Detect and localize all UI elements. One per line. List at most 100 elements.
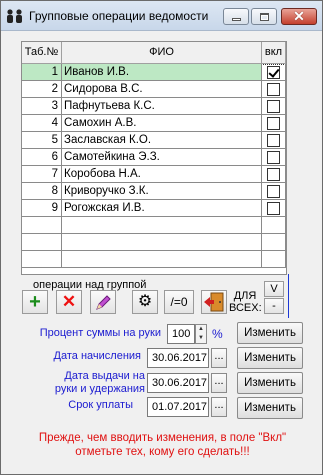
add-button[interactable]: + [22, 290, 48, 314]
empty-table-row[interactable] [22, 217, 286, 234]
divider-line [288, 274, 289, 318]
employee-name-cell[interactable]: Самотейкина Э.З. [62, 149, 262, 166]
employee-name-cell[interactable]: Пафнутьева К.С. [62, 98, 262, 115]
accrual-date-input[interactable]: 30.06.2017 [147, 348, 209, 368]
tab-number-cell[interactable]: 3 [22, 98, 62, 115]
table-row[interactable]: 9 Рогожская И.В. [22, 200, 286, 217]
empty-table-row[interactable] [22, 234, 286, 251]
grid-header: Таб.№ ФИО вкл [22, 42, 286, 64]
due-date-input[interactable]: 01.07.2017 [147, 397, 209, 417]
employee-name-cell[interactable]: Рогожская И.В. [62, 200, 262, 217]
change-accrual-date-button[interactable]: Изменить [237, 347, 303, 369]
employee-name-cell[interactable]: Сидорова В.С. [62, 81, 262, 98]
column-header-name[interactable]: ФИО [62, 42, 262, 64]
tab-number-cell[interactable]: 5 [22, 132, 62, 149]
change-due-date-button[interactable]: Изменить [237, 397, 303, 419]
percent-spinner[interactable]: ▲ ▼ [195, 324, 207, 344]
uncheck-all-button[interactable]: - [264, 298, 284, 314]
spin-up-icon[interactable]: ▲ [196, 325, 206, 334]
delete-button[interactable]: ✕ [56, 290, 82, 314]
tab-number-cell[interactable]: 7 [22, 166, 62, 183]
include-cell[interactable] [262, 98, 286, 115]
include-checkbox[interactable] [267, 202, 280, 215]
include-cell[interactable] [262, 115, 286, 132]
employee-grid[interactable]: Таб.№ ФИО вкл 1 Иванов И.В. 2 Сидорова В.С.… [21, 41, 287, 275]
for-all-label-line2: ВСЕХ: [229, 302, 262, 314]
include-checkbox[interactable] [267, 168, 280, 181]
payout-date-picker-button[interactable]: ... [211, 373, 227, 393]
people-icon [7, 9, 22, 23]
column-header-tab-number[interactable]: Таб.№ [22, 42, 62, 64]
column-header-include[interactable]: вкл [262, 42, 286, 64]
tab-number-cell[interactable]: 1 [22, 64, 62, 81]
change-payout-date-button[interactable]: Изменить [237, 372, 303, 394]
change-percent-button[interactable]: Изменить [237, 322, 303, 344]
include-cell[interactable] [262, 132, 286, 149]
include-cell[interactable] [262, 217, 286, 234]
payout-date-input[interactable]: 30.06.2017 [147, 373, 209, 393]
table-row[interactable]: 2 Сидорова В.С. [22, 81, 286, 98]
window-title: Групповые операции ведомости [29, 9, 209, 23]
percent-input[interactable]: 100 [167, 324, 195, 344]
table-row[interactable]: 7 Коробова Н.А. [22, 166, 286, 183]
tab-number-cell[interactable] [22, 234, 62, 251]
include-checkbox[interactable] [267, 66, 280, 79]
table-row[interactable]: 3 Пафнутьева К.С. [22, 98, 286, 115]
tab-number-cell[interactable]: 6 [22, 149, 62, 166]
plus-icon: + [29, 291, 41, 313]
table-row[interactable]: 6 Самотейкина Э.З. [22, 149, 286, 166]
tab-number-cell[interactable] [22, 217, 62, 234]
employee-name-cell[interactable]: Коробова Н.А. [62, 166, 262, 183]
table-row[interactable]: 5 Заславская К.О. [22, 132, 286, 149]
include-cell[interactable] [262, 251, 286, 268]
accrual-date-label: Дата начисления [53, 350, 141, 362]
employee-name-cell[interactable] [62, 234, 262, 251]
close-button[interactable]: ✕ [281, 8, 317, 25]
employee-name-cell[interactable]: Самохин А.В. [62, 115, 262, 132]
include-checkbox[interactable] [267, 117, 280, 130]
include-cell[interactable] [262, 166, 286, 183]
include-cell[interactable] [262, 149, 286, 166]
table-row[interactable]: 1 Иванов И.В. [22, 64, 286, 81]
edit-button[interactable] [90, 290, 116, 314]
maximize-button[interactable] [251, 8, 277, 25]
employee-name-cell[interactable]: Иванов И.В. [62, 64, 262, 81]
include-checkbox[interactable] [267, 185, 280, 198]
spin-down-icon[interactable]: ▼ [196, 334, 206, 343]
empty-table-row[interactable] [22, 251, 286, 268]
grid-scrollbar[interactable]: ▲ ▼ [286, 64, 287, 274]
table-row[interactable]: 4 Самохин А.В. [22, 115, 286, 132]
settings-button[interactable]: ⚙ [132, 290, 158, 314]
tab-number-cell[interactable]: 8 [22, 183, 62, 200]
employee-name-cell[interactable] [62, 251, 262, 268]
include-cell[interactable] [262, 183, 286, 200]
for-all-label: ДЛЯ ВСЕХ: [229, 290, 262, 314]
include-cell[interactable] [262, 81, 286, 98]
include-cell[interactable] [262, 64, 286, 81]
employee-name-cell[interactable]: Криворучко З.К. [62, 183, 262, 200]
tab-number-cell[interactable]: 2 [22, 81, 62, 98]
maximize-icon [260, 13, 269, 21]
tab-number-cell[interactable] [22, 251, 62, 268]
table-row[interactable]: 8 Криворучко З.К. [22, 183, 286, 200]
include-cell[interactable] [262, 200, 286, 217]
exit-button[interactable] [201, 290, 227, 314]
due-date-picker-button[interactable]: ... [211, 397, 227, 417]
minimize-button[interactable] [223, 8, 249, 25]
employee-name-cell[interactable]: Заславская К.О. [62, 132, 262, 149]
include-checkbox[interactable] [267, 100, 280, 113]
include-checkbox[interactable] [267, 151, 280, 164]
accrual-date-picker-button[interactable]: ... [211, 348, 227, 368]
title-bar: Групповые операции ведомости ✕ [1, 1, 322, 31]
check-all-button[interactable]: V [264, 281, 284, 297]
warning-message: Прежде, чем вводить изменения, в поле "В… [38, 432, 287, 458]
due-date-label: Срок уплаты [68, 399, 133, 411]
minimize-icon [232, 18, 241, 21]
employee-name-cell[interactable] [62, 217, 262, 234]
tab-number-cell[interactable]: 4 [22, 115, 62, 132]
set-zero-button[interactable]: /=0 [164, 290, 194, 314]
tab-number-cell[interactable]: 9 [22, 200, 62, 217]
include-checkbox[interactable] [267, 83, 280, 96]
include-cell[interactable] [262, 234, 286, 251]
include-checkbox[interactable] [267, 134, 280, 147]
